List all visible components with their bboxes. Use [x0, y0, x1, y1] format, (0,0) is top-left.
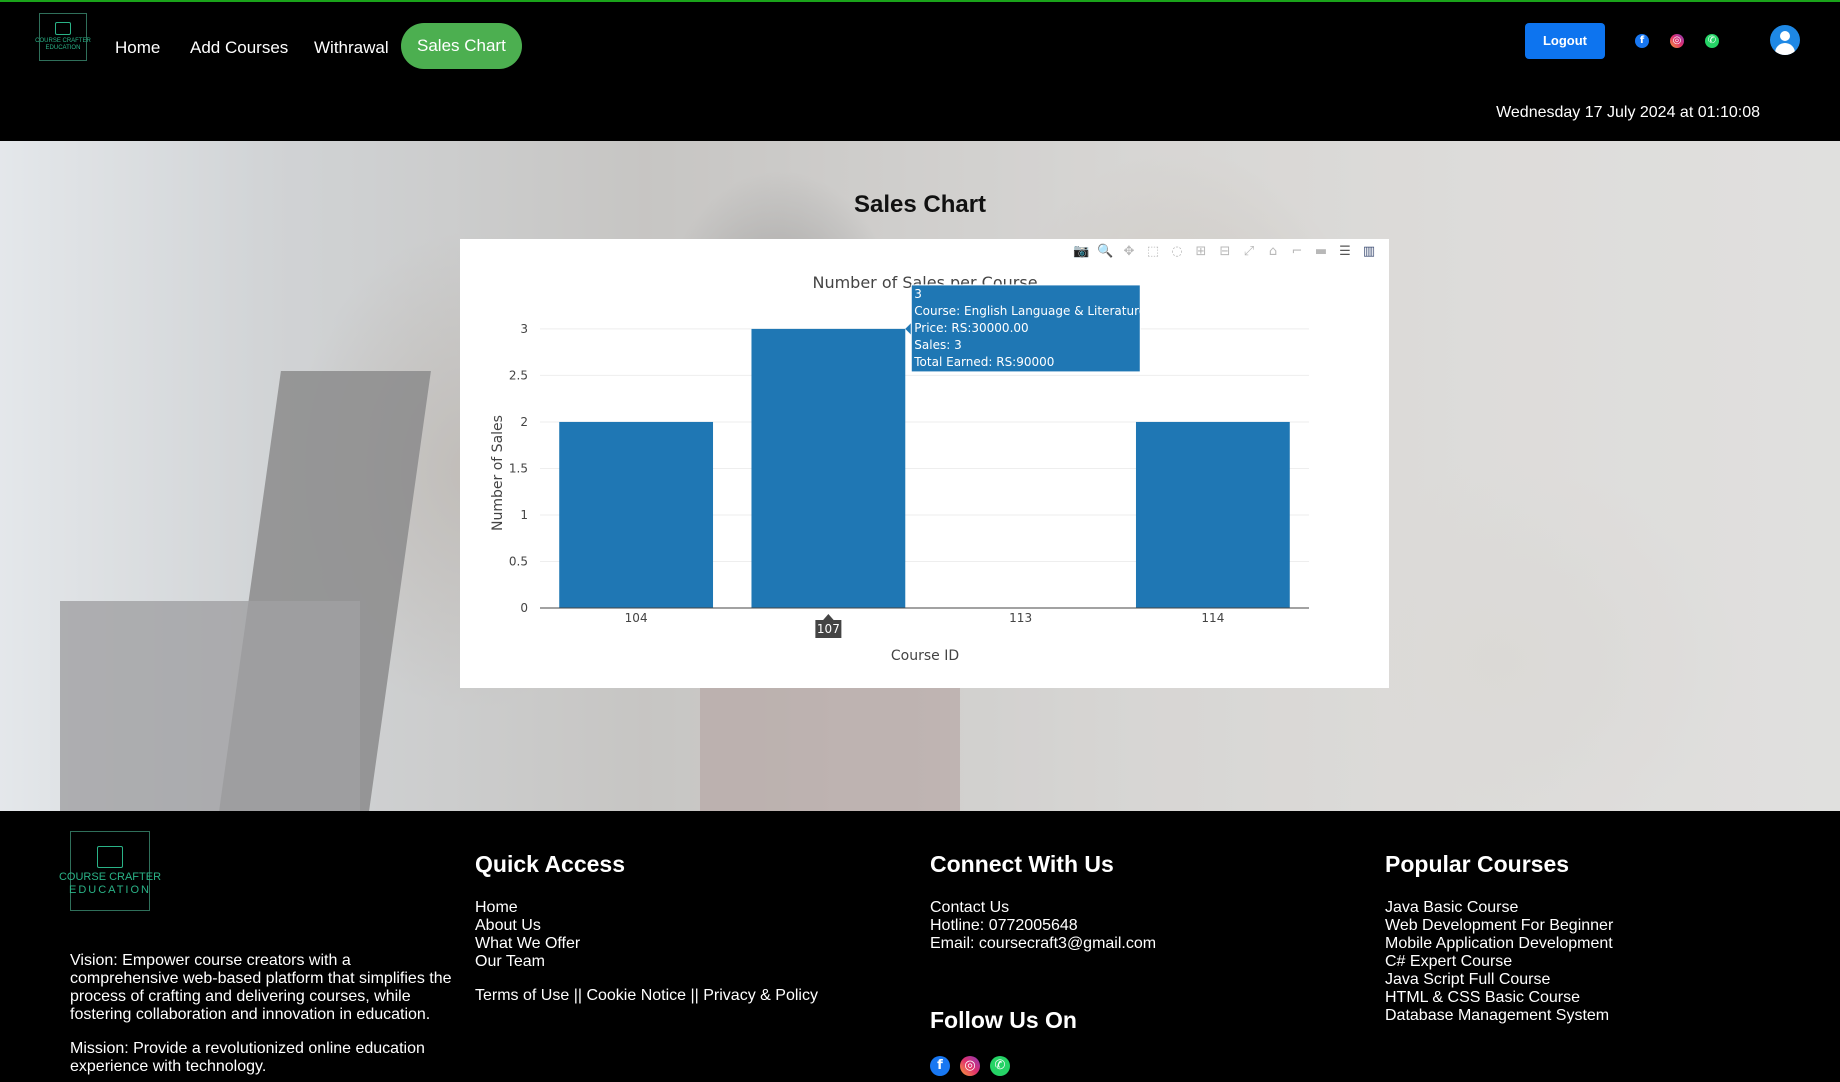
vision-text: Vision: Empower course creators with a c…: [70, 952, 452, 1023]
logo-text-line2: EDUCATION: [45, 45, 81, 51]
instagram-icon[interactable]: ◎: [1670, 34, 1684, 48]
x-axis-ticks: 104 107 113 114: [625, 611, 1224, 638]
popular-course-item[interactable]: Database Management System: [1385, 1007, 1613, 1025]
zoom-out-icon[interactable]: ⊟: [1217, 244, 1233, 260]
whatsapp-icon[interactable]: ✆: [1705, 34, 1719, 48]
popular-course-item[interactable]: HTML & CSS Basic Course: [1385, 989, 1613, 1007]
header-logo[interactable]: COURSE CRAFTER EDUCATION: [35, 13, 91, 61]
y-tick-label: 2: [520, 415, 528, 429]
plotly-logo-icon[interactable]: ▥: [1361, 244, 1377, 260]
popular-course-item[interactable]: Mobile Application Development: [1385, 935, 1613, 953]
y-axis-label: Number of Sales: [490, 415, 506, 531]
y-tick-label: 0.5: [509, 554, 528, 568]
hover-closest-icon[interactable]: ▬: [1313, 244, 1329, 260]
box-select-icon[interactable]: ⬚: [1145, 244, 1161, 260]
x-tick-label: 104: [625, 611, 648, 625]
footer-link-what-we-offer[interactable]: What We Offer: [475, 935, 580, 953]
popular-courses-list: Java Basic Course Web Development For Be…: [1385, 899, 1613, 1025]
page-title: Sales Chart: [853, 191, 987, 218]
facebook-icon[interactable]: f: [1635, 34, 1649, 48]
facebook-icon[interactable]: f: [930, 1056, 950, 1076]
book-icon: [97, 845, 123, 868]
nav-add-courses[interactable]: Add Courses: [190, 38, 288, 58]
y-tick-label: 1.5: [509, 461, 528, 475]
bar-107[interactable]: [751, 328, 906, 608]
bar-114[interactable]: [1135, 421, 1290, 608]
whatsapp-icon[interactable]: ✆: [990, 1056, 1010, 1076]
instagram-icon[interactable]: ◎: [960, 1056, 980, 1076]
y-tick-label: 1: [520, 508, 528, 522]
hover-tooltip: 3 Course: English Language & Literature Pr…: [905, 284, 1146, 373]
connect-title: Connect With Us: [930, 851, 1114, 877]
popular-course-item[interactable]: Java Script Full Course: [1385, 971, 1613, 989]
connect-lines: Contact Us Hotline: 0772005648 Email: co…: [930, 899, 1156, 953]
zoom-icon[interactable]: 🔍: [1097, 244, 1113, 260]
nav-sales-chart[interactable]: Sales Chart: [401, 23, 522, 69]
quick-access-links: Home About Us What We Offer Our Team: [475, 899, 580, 971]
camera-icon[interactable]: 📷: [1073, 244, 1089, 260]
nav-home[interactable]: Home: [115, 38, 160, 58]
footer-logo-text-line2: EDUCATION: [69, 883, 151, 896]
footer-logo[interactable]: COURSE CRAFTER EDUCATION: [59, 831, 161, 911]
autoscale-icon[interactable]: ⤢: [1241, 244, 1257, 260]
tooltip-line: 3: [914, 287, 922, 301]
logout-button[interactable]: Logout: [1525, 23, 1605, 59]
tooltip-pointer: [905, 322, 912, 335]
spike-lines-icon[interactable]: ⌐: [1289, 244, 1305, 260]
x-tick-label: 107: [817, 622, 840, 636]
legal-links[interactable]: Terms of Use || Cookie Notice || Privacy…: [475, 987, 818, 1005]
datetime-display: Wednesday 17 July 2024 at 01:10:08: [1496, 104, 1760, 121]
tooltip-line: Price: RS:30000.00: [914, 321, 1028, 335]
chart-modebar: 📷 🔍 ✥ ⬚ ◌ ⊞ ⊟ ⤢ ⌂ ⌐ ▬ ☰ ▥: [1073, 244, 1377, 260]
footer: COURSE CRAFTER EDUCATION Vision: Empower…: [0, 811, 1840, 1082]
book-icon: [55, 22, 71, 35]
y-tick-label: 0: [520, 601, 528, 615]
mission-text: Mission: Provide a revolutionized online…: [70, 1040, 425, 1075]
popular-course-item[interactable]: C# Expert Course: [1385, 953, 1613, 971]
y-tick-label: 2.5: [509, 368, 528, 382]
y-axis-ticks: 0 0.5 1 1.5 2 2.5 3: [509, 322, 528, 615]
logo-text-line1: COURSE CRAFTER: [35, 38, 91, 44]
reset-axes-icon[interactable]: ⌂: [1265, 244, 1281, 260]
sales-bar-chart: Number of Sales per Course 00.511.522.53…: [490, 273, 1309, 664]
hover-compare-icon[interactable]: ☰: [1337, 244, 1353, 260]
user-avatar-icon[interactable]: [1770, 25, 1800, 55]
contact-us-link[interactable]: Contact Us: [930, 899, 1156, 917]
footer-logo-text-line1: COURSE CRAFTER: [58, 870, 162, 883]
y-tick-label: 3: [520, 322, 528, 336]
popular-course-item[interactable]: Java Basic Course: [1385, 899, 1613, 917]
hotline-text: Hotline: 0772005648: [930, 917, 1078, 934]
tooltip-line: Sales: 3: [914, 338, 961, 352]
quick-access-title: Quick Access: [475, 851, 626, 877]
footer-link-home[interactable]: Home: [475, 899, 580, 917]
x-tick-label: 113: [1009, 611, 1032, 625]
x-axis-label: Course ID: [891, 648, 959, 664]
avatar-body: [1775, 43, 1795, 55]
zoom-in-icon[interactable]: ⊞: [1193, 244, 1209, 260]
popular-course-item[interactable]: Web Development For Beginner: [1385, 917, 1613, 935]
lasso-select-icon[interactable]: ◌: [1169, 244, 1185, 260]
footer-link-our-team[interactable]: Our Team: [475, 953, 580, 971]
email-text: Email: coursecraft3@gmail.com: [930, 935, 1157, 952]
bar-104[interactable]: [559, 421, 714, 608]
follow-title: Follow Us On: [930, 1007, 1077, 1033]
x-tick-label: 114: [1201, 611, 1224, 625]
footer-link-about-us[interactable]: About Us: [475, 917, 580, 935]
nav-withdrawal[interactable]: Withrawal: [314, 38, 389, 58]
avatar-head: [1780, 31, 1790, 41]
tooltip-line: Total Earned: RS:90000: [913, 355, 1054, 369]
pan-icon[interactable]: ✥: [1121, 244, 1137, 260]
header: COURSE CRAFTER EDUCATION Home Add Course…: [0, 2, 1840, 141]
popular-courses-title: Popular Courses: [1385, 851, 1570, 877]
tooltip-line: Course: English Language & Literature: [914, 304, 1146, 318]
chart-container: 📷 🔍 ✥ ⬚ ◌ ⊞ ⊟ ⤢ ⌂ ⌐ ▬ ☰ ▥ Number of Sale…: [460, 239, 1389, 688]
